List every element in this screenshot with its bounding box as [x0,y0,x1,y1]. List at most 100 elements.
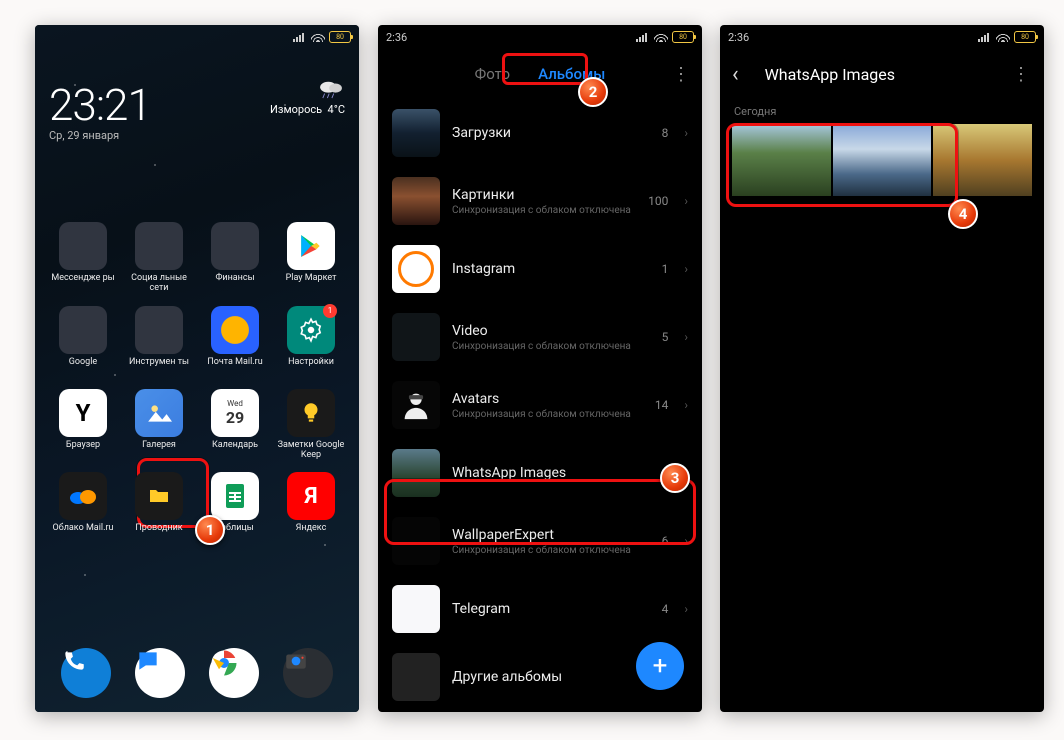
album-name: Telegram [452,601,650,617]
clock-time: 23:21 [49,79,151,131]
more-icon[interactable]: ⋮ [1012,64,1032,85]
app-mailru[interactable]: Почта Mail.ru [201,306,269,377]
folder-social[interactable]: Социа льные сети [125,222,193,294]
album-count: 100 [648,194,668,208]
chevron-right-icon: › [684,126,688,140]
album-pictures[interactable]: КартинкиСинхронизация с облаком отключен… [392,167,688,235]
gallery-icon [135,389,183,437]
album-downloads[interactable]: Загрузки 8 › [392,99,688,167]
clock-widget[interactable]: 23:21 Ср, 29 января [49,79,151,142]
keep-icon [287,389,335,437]
app-yandex-browser[interactable]: Y Браузер [49,389,117,461]
status-bar: 2:36 80 [720,25,1044,49]
album-thumb [392,653,440,701]
signal-icon [293,32,307,42]
folder-google[interactable]: Google [49,306,117,377]
sheets-icon [211,472,259,520]
folder-tools[interactable]: Инструмен ты [125,306,193,377]
album-instagram[interactable]: Instagram 1› [392,235,688,303]
fab-add-button[interactable]: + [636,642,684,690]
weather-desc: Изморось [270,103,322,116]
wifi-icon [654,32,668,42]
app-yandex[interactable]: Я Яндекс [277,472,345,543]
notification-badge: 1 [323,304,337,318]
back-button[interactable]: ‹ [732,62,739,87]
app-label: Инструмен ты [129,357,189,377]
album-count: 14 [655,398,669,412]
chevron-right-icon: › [684,262,688,276]
album-subtitle: Синхронизация с облаком отключена [452,205,636,216]
dock-chrome[interactable] [209,648,259,698]
album-telegram[interactable]: Telegram 4 › [392,575,688,643]
photo-thumb[interactable] [732,124,831,196]
chevron-right-icon: › [684,330,688,344]
album-wallpaperexpert[interactable]: WallpaperExpertСинхронизация с облаком о… [392,507,688,575]
app-label: Яндекс [296,523,327,543]
album-title: WhatsApp Images [765,65,996,84]
album-count: 4 [662,602,669,616]
dock-camera[interactable] [283,648,333,698]
battery-icon: 80 [672,31,694,43]
status-time: 2:36 [728,31,749,44]
cloud-icon [59,472,107,520]
album-thumb [392,449,440,497]
mailru-icon [211,306,259,354]
weather-widget[interactable]: Изморось 4°C [270,79,345,116]
signal-icon [636,32,650,42]
photo-thumb[interactable] [833,124,932,196]
wifi-icon [996,32,1010,42]
album-thumb [392,381,440,429]
section-label: Сегодня [720,99,1044,124]
app-label: Почта Mail.ru [207,357,262,377]
app-label: Заметки Google Keep [277,440,345,461]
album-count: 8 [662,126,669,140]
wifi-icon [311,32,325,42]
chevron-right-icon: › [684,602,688,616]
yandex-icon: Я [287,472,335,520]
album-thumb [392,245,440,293]
album-header: ‹ WhatsApp Images ⋮ [720,49,1044,99]
dock-messages[interactable] [135,648,185,698]
album-thumb [392,517,440,565]
album-name: Загрузки [452,125,650,141]
app-keep[interactable]: Заметки Google Keep [277,389,345,461]
gallery-header: Фото Альбомы ⋮ [378,49,702,99]
chevron-right-icon: › [684,534,688,548]
app-grid: Мессендже ры Социа льные сети Финансы Pl… [49,222,345,543]
app-label: Настройки [288,357,334,377]
album-whatsapp-images[interactable]: WhatsApp Images 3› [392,439,688,507]
more-icon[interactable]: ⋮ [672,64,690,85]
tab-photo[interactable]: Фото [475,65,510,83]
folder-icon [135,472,183,520]
app-file-explorer[interactable]: Проводник [125,472,193,543]
album-list[interactable]: Загрузки 8 › КартинкиСинхронизация с обла… [378,99,702,711]
album-name: WhatsApp Images [452,465,650,481]
photo-thumb[interactable] [933,124,1032,196]
app-label: Play Маркет [286,273,337,293]
app-cloud-mailru[interactable]: Облако Mail.ru [49,472,117,543]
app-settings[interactable]: 1 Настройки [277,306,345,377]
status-time: 2:36 [386,31,407,44]
app-label: Финансы [215,273,254,293]
folder-finance[interactable]: Финансы [201,222,269,294]
status-bar: 2:36 80 [378,25,702,49]
album-name: WallpaperExpert [452,527,650,543]
dock-phone[interactable] [61,648,111,698]
app-label: Проводник [135,523,182,543]
app-label: Облако Mail.ru [53,523,114,543]
app-calendar[interactable]: Wed 29 Календарь [201,389,269,461]
album-video[interactable]: VideoСинхронизация с облаком отключена 5… [392,303,688,371]
marker-3: 3 [660,463,690,493]
calendar-weekday: Wed [227,399,243,408]
album-subtitle: Синхронизация с облаком отключена [452,341,650,352]
album-avatars[interactable]: AvatarsСинхронизация с облаком отключена… [392,371,688,439]
folder-messengers[interactable]: Мессендже ры [49,222,117,294]
app-gallery[interactable]: Галерея [125,389,193,461]
album-thumb [392,313,440,361]
album-name: Video [452,323,650,339]
settings-icon: 1 [287,306,335,354]
app-play-market[interactable]: Play Маркет [277,222,345,294]
app-label: Мессендже ры [51,273,114,293]
status-bar: 80 [35,25,359,49]
play-icon [287,222,335,270]
